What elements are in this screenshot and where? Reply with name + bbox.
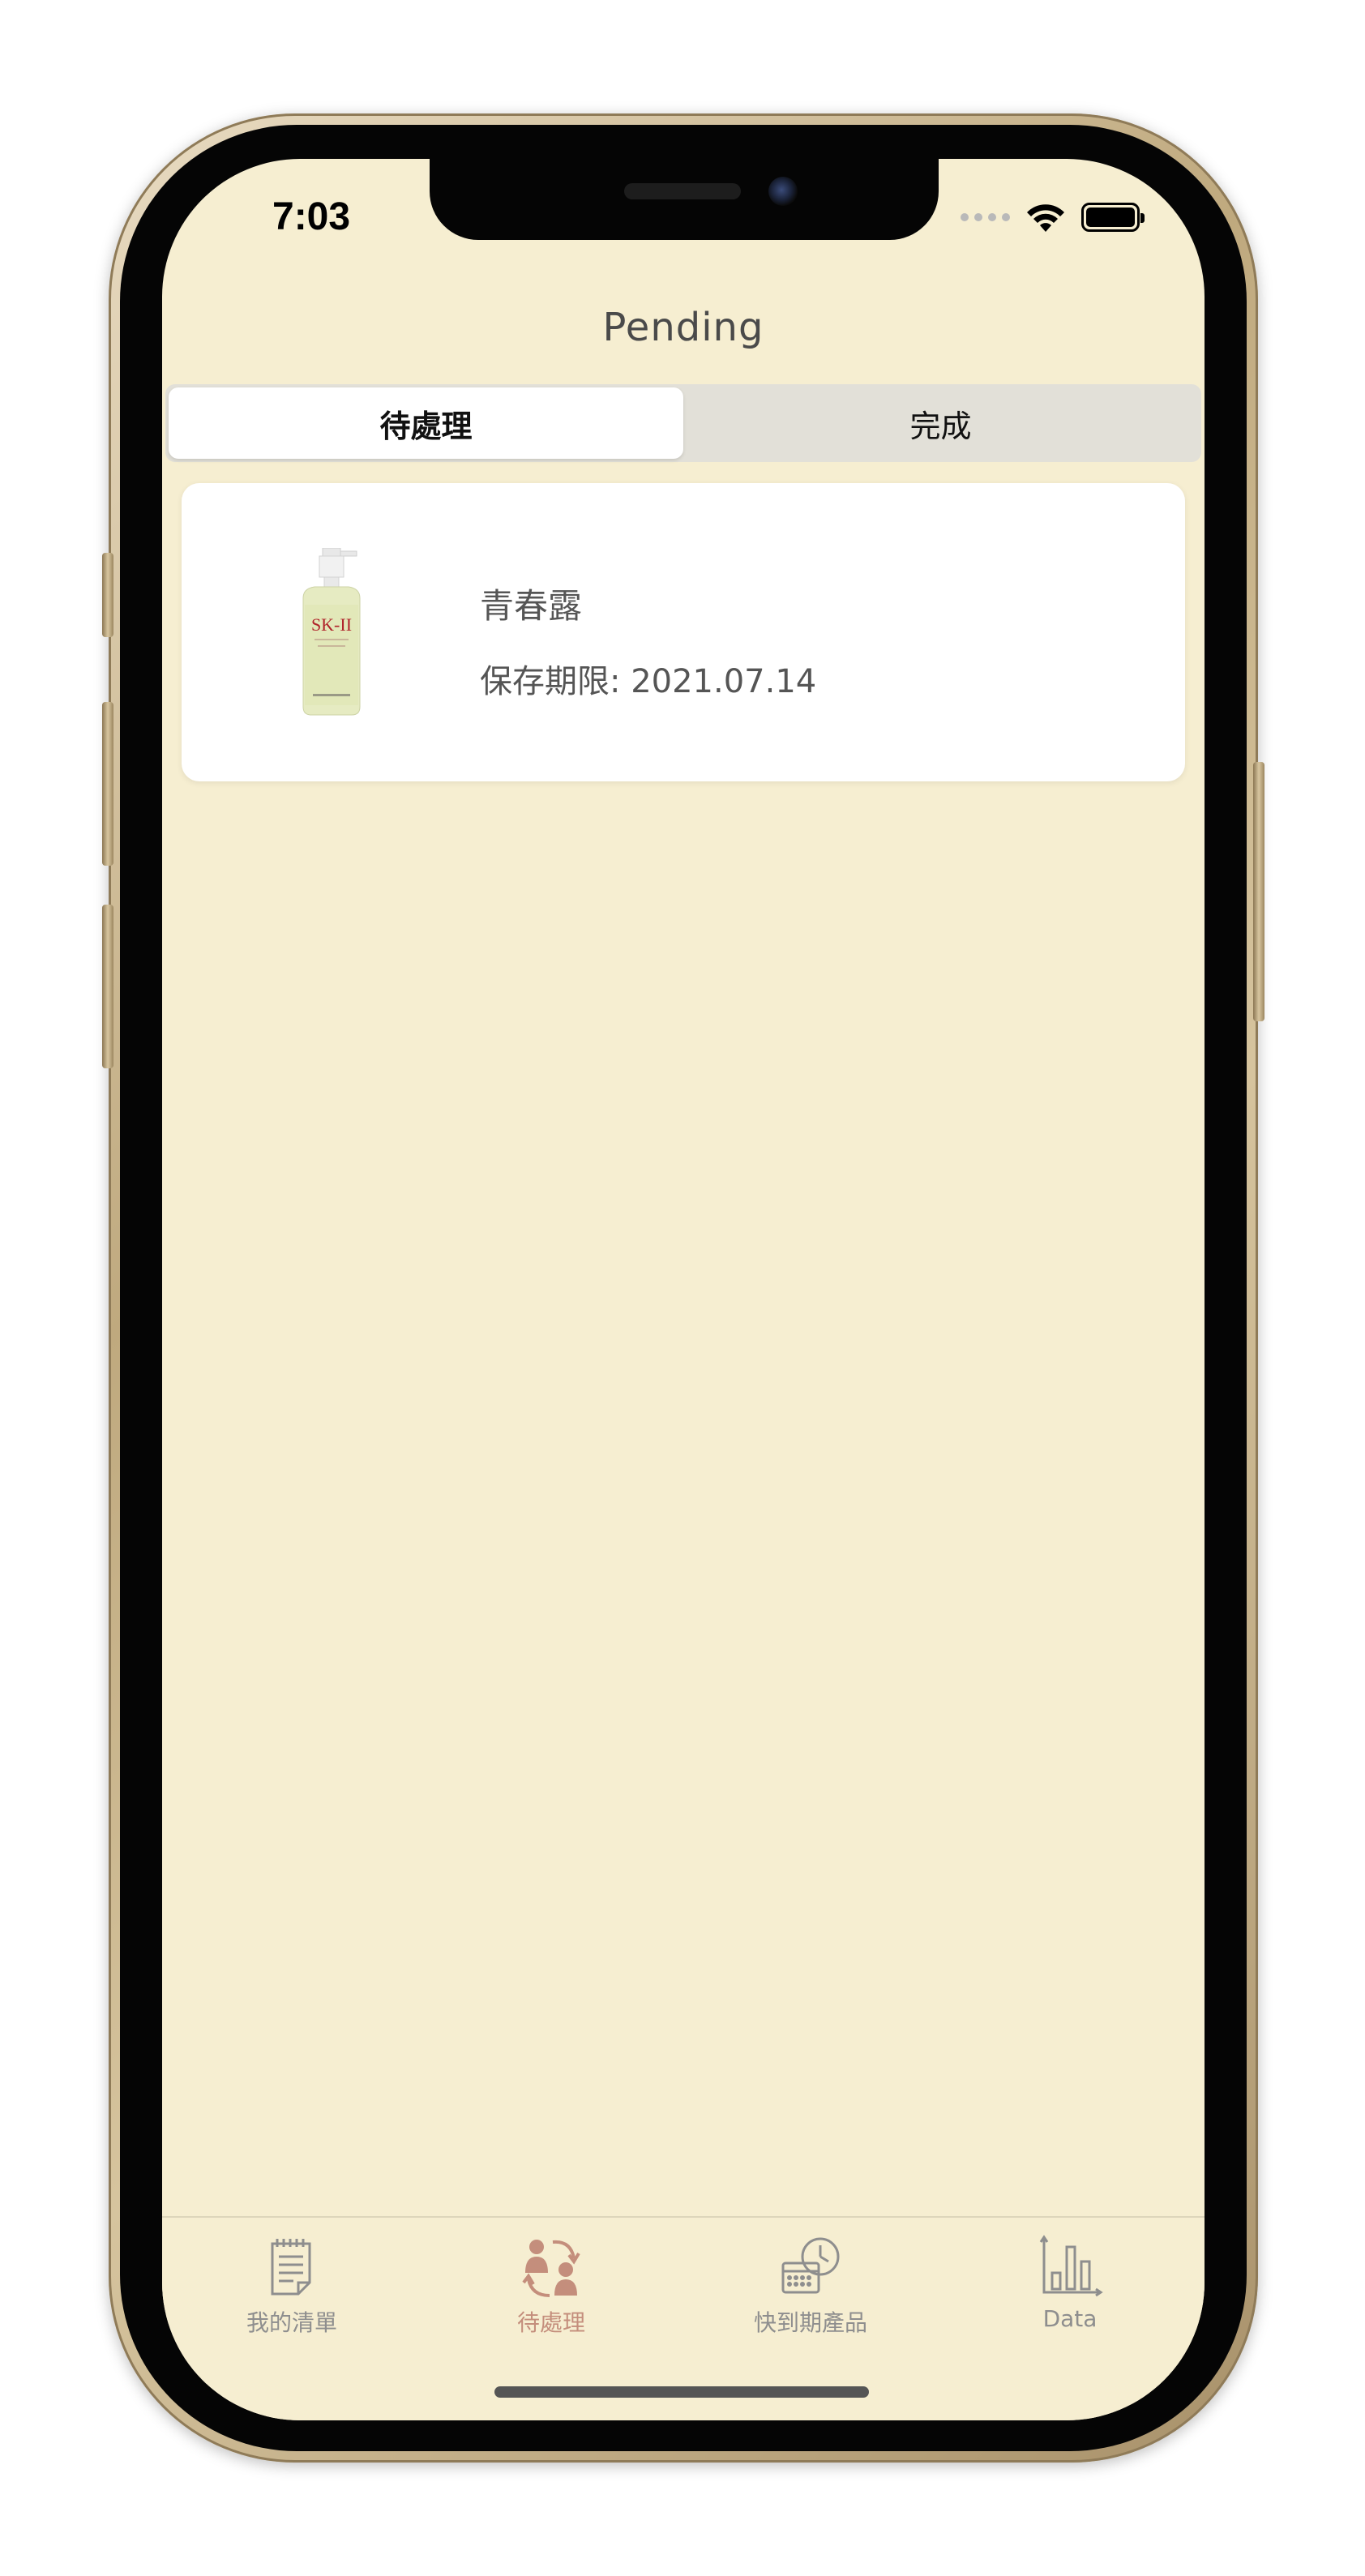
bar-chart-icon bbox=[1039, 2235, 1103, 2297]
thumbnail-brand: SK-II bbox=[311, 614, 352, 635]
wifi-icon bbox=[1027, 204, 1064, 232]
earpiece-speaker bbox=[624, 183, 741, 199]
app-screen: 7:03 Pending 待處理 完成 SK-II 青春露 保存期限: 2021… bbox=[162, 159, 1205, 2420]
calendar-clock-icon bbox=[781, 2237, 840, 2294]
segment-done[interactable]: 完成 bbox=[683, 387, 1198, 459]
tab-pending[interactable]: 待處理 bbox=[454, 2232, 648, 2338]
battery-icon bbox=[1081, 203, 1145, 232]
volume-down-button bbox=[102, 905, 113, 1068]
segment-pending[interactable]: 待處理 bbox=[169, 387, 683, 459]
product-expiry-date: 保存期限: 2021.07.14 bbox=[480, 663, 817, 700]
page-title: Pending bbox=[602, 305, 764, 350]
tab-expiring-soon[interactable]: 快到期產品 bbox=[713, 2232, 908, 2338]
front-camera bbox=[768, 177, 798, 206]
status-indicators bbox=[961, 201, 1145, 233]
volume-up-button bbox=[102, 702, 113, 866]
product-card[interactable]: SK-II 青春露 保存期限: 2021.07.14 bbox=[182, 483, 1185, 781]
tab-data-label: Data bbox=[1042, 2305, 1098, 2332]
silent-switch bbox=[102, 553, 113, 637]
status-time: 7:03 bbox=[272, 195, 351, 238]
tab-data[interactable]: Data bbox=[973, 2232, 1167, 2332]
status-segmented-control[interactable]: 待處理 完成 bbox=[165, 384, 1201, 462]
tab-my-list[interactable]: 我的清單 bbox=[195, 2232, 389, 2338]
tab-pending-label: 待處理 bbox=[516, 2309, 585, 2336]
power-button bbox=[1253, 762, 1264, 1021]
tab-expiring-soon-label: 快到期產品 bbox=[753, 2309, 867, 2336]
product-name: 青春露 bbox=[480, 586, 583, 626]
battery-level bbox=[1086, 208, 1135, 227]
notepad-icon bbox=[271, 2239, 311, 2296]
home-indicator[interactable] bbox=[494, 2386, 869, 2398]
product-thumbnail: SK-II bbox=[302, 548, 361, 716]
cellular-signal-icon bbox=[961, 213, 1010, 221]
people-exchange-icon bbox=[522, 2240, 580, 2297]
notch bbox=[430, 159, 939, 240]
tab-my-list-label: 我的清單 bbox=[246, 2309, 337, 2336]
